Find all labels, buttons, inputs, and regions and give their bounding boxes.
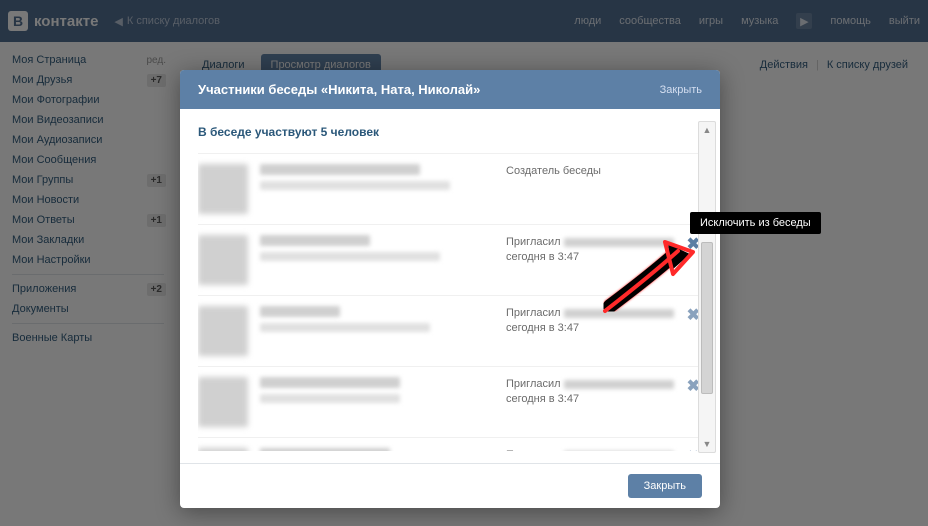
modal-close-link[interactable]: Закрыть	[660, 84, 702, 96]
scroll-thumb[interactable]	[701, 242, 713, 394]
member-name[interactable]	[260, 377, 400, 388]
scroll-up-icon[interactable]: ▲	[699, 122, 715, 138]
modal-body: В беседе участвуют 5 человек Создатель б…	[180, 109, 720, 463]
member-name[interactable]	[260, 164, 420, 175]
members-scroll[interactable]: В беседе участвуют 5 человек Создатель б…	[198, 121, 720, 451]
members-subheading: В беседе участвуют 5 человек	[198, 125, 706, 139]
scrollbar[interactable]: ▲ ▼	[698, 121, 716, 453]
member-row: Пригласил ✖	[198, 437, 706, 451]
member-name[interactable]	[260, 448, 390, 451]
avatar[interactable]	[198, 164, 248, 214]
member-row: Пригласил сегодня в 3:47 ✖	[198, 224, 706, 295]
member-status	[260, 394, 400, 403]
remove-tooltip: Исключить из беседы	[690, 212, 821, 234]
inviter-name[interactable]	[564, 309, 674, 318]
member-status	[260, 252, 440, 261]
inviter-name[interactable]	[564, 380, 674, 389]
member-status	[260, 323, 430, 332]
avatar[interactable]	[198, 306, 248, 356]
avatar[interactable]	[198, 235, 248, 285]
member-meta: Создатель беседы	[506, 164, 706, 214]
inviter-name[interactable]	[564, 238, 674, 247]
member-meta: Пригласил сегодня в 3:47 ✖	[506, 306, 706, 356]
member-row: Создатель беседы	[198, 153, 706, 224]
avatar[interactable]	[198, 377, 248, 427]
close-button[interactable]: Закрыть	[628, 474, 702, 498]
member-row: Пригласил сегодня в 3:47 ✖	[198, 295, 706, 366]
scroll-down-icon[interactable]: ▼	[699, 436, 715, 452]
member-row: Пригласил сегодня в 3:47 ✖	[198, 366, 706, 437]
member-meta: Пригласил сегодня в 3:47 ✖	[506, 235, 706, 285]
modal-footer: Закрыть	[180, 463, 720, 508]
members-modal: Участники беседы «Никита, Ната, Николай»…	[180, 70, 720, 508]
avatar[interactable]	[198, 448, 248, 451]
member-name[interactable]	[260, 235, 370, 246]
modal-title: Участники беседы «Никита, Ната, Николай»	[198, 82, 480, 97]
member-meta: Пригласил сегодня в 3:47 ✖	[506, 377, 706, 427]
modal-header: Участники беседы «Никита, Ната, Николай»…	[180, 70, 720, 109]
member-meta: Пригласил ✖	[506, 448, 706, 451]
member-name[interactable]	[260, 306, 340, 317]
member-status	[260, 181, 450, 190]
